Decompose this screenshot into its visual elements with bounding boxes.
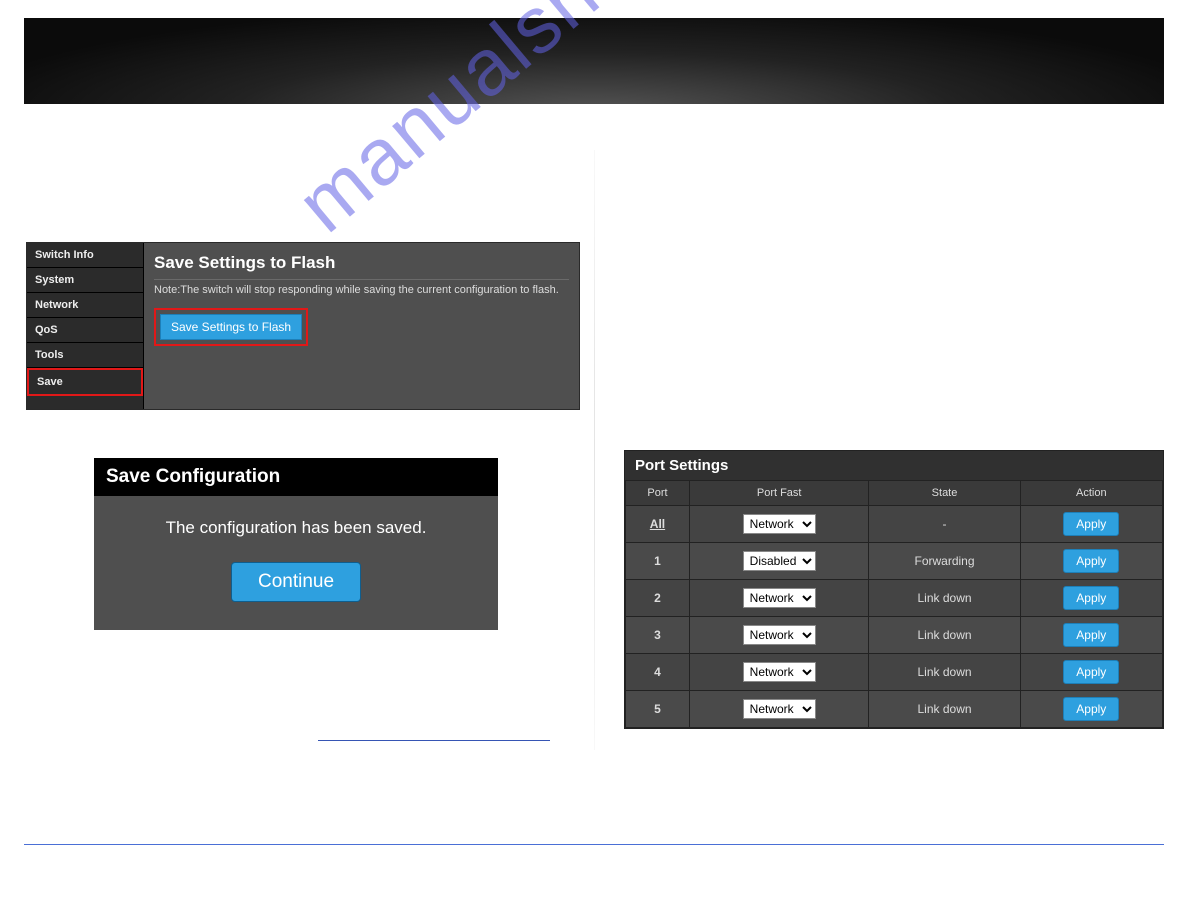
cell-action: Apply xyxy=(1020,580,1162,617)
sidebar: Switch Info System Network QoS Tools Sav… xyxy=(27,243,144,409)
panel-note: Note:The switch will stop responding whi… xyxy=(154,284,569,296)
cell-action: Apply xyxy=(1020,543,1162,580)
cell-port: 5 xyxy=(626,691,690,728)
port-settings-panel: Port Settings Port Port Fast State Actio… xyxy=(624,450,1164,729)
cell-port-fast: NetworkDisabled xyxy=(689,543,869,580)
sidebar-item-network[interactable]: Network xyxy=(27,293,143,318)
port-fast-select[interactable]: NetworkDisabled xyxy=(743,551,816,571)
cell-state: - xyxy=(869,506,1020,543)
port-fast-select[interactable]: NetworkDisabled xyxy=(743,662,816,682)
link-underline xyxy=(318,740,550,741)
apply-button[interactable]: Apply xyxy=(1063,549,1119,573)
dialog-message: The configuration has been saved. xyxy=(104,518,488,538)
save-configuration-dialog: Save Configuration The configuration has… xyxy=(94,458,498,630)
cell-port-fast: NetworkDisabled xyxy=(689,654,869,691)
table-row: 2 NetworkDisabled Link down Apply xyxy=(626,580,1163,617)
cell-state: Link down xyxy=(869,580,1020,617)
col-port: Port xyxy=(626,481,690,506)
cell-state: Link down xyxy=(869,617,1020,654)
cell-action: Apply xyxy=(1020,691,1162,728)
port-fast-select[interactable]: NetworkDisabled xyxy=(743,625,816,645)
cell-action: Apply xyxy=(1020,654,1162,691)
table-row: 4 NetworkDisabled Link down Apply xyxy=(626,654,1163,691)
apply-button[interactable]: Apply xyxy=(1063,586,1119,610)
cell-state: Link down xyxy=(869,691,1020,728)
apply-button[interactable]: Apply xyxy=(1063,512,1119,536)
cell-state: Forwarding xyxy=(869,543,1020,580)
panel-title: Save Settings to Flash xyxy=(154,249,569,279)
table-row: All NetworkDisabled - Apply xyxy=(626,506,1163,543)
sidebar-item-tools[interactable]: Tools xyxy=(27,343,143,368)
port-all-link[interactable]: All xyxy=(650,517,665,531)
port-fast-select[interactable]: NetworkDisabled xyxy=(743,699,816,719)
cell-port: 3 xyxy=(626,617,690,654)
save-settings-panel: Switch Info System Network QoS Tools Sav… xyxy=(26,242,580,410)
sidebar-item-switch-info[interactable]: Switch Info xyxy=(27,243,143,268)
cell-port-fast: NetworkDisabled xyxy=(689,691,869,728)
table-row: 1 NetworkDisabled Forwarding Apply xyxy=(626,543,1163,580)
table-row: 3 NetworkDisabled Link down Apply xyxy=(626,617,1163,654)
cell-port-fast: NetworkDisabled xyxy=(689,580,869,617)
cell-action: Apply xyxy=(1020,506,1162,543)
sidebar-item-system[interactable]: System xyxy=(27,268,143,293)
cell-port-fast: NetworkDisabled xyxy=(689,617,869,654)
apply-button[interactable]: Apply xyxy=(1063,697,1119,721)
cell-state: Link down xyxy=(869,654,1020,691)
save-settings-button[interactable]: Save Settings to Flash xyxy=(160,314,302,340)
port-fast-select[interactable]: NetworkDisabled xyxy=(743,588,816,608)
cell-action: Apply xyxy=(1020,617,1162,654)
divider xyxy=(154,279,569,280)
page-divider xyxy=(594,150,595,750)
apply-button[interactable]: Apply xyxy=(1063,623,1119,647)
cell-port: 1 xyxy=(626,543,690,580)
sidebar-item-save[interactable]: Save xyxy=(27,368,143,396)
cell-port[interactable]: All xyxy=(626,506,690,543)
cell-port-fast: NetworkDisabled xyxy=(689,506,869,543)
col-action: Action xyxy=(1020,481,1162,506)
col-state: State xyxy=(869,481,1020,506)
cell-port: 4 xyxy=(626,654,690,691)
col-port-fast: Port Fast xyxy=(689,481,869,506)
port-fast-select[interactable]: NetworkDisabled xyxy=(743,514,816,534)
port-settings-title: Port Settings xyxy=(625,451,1163,480)
top-banner xyxy=(24,18,1164,104)
table-row: 5 NetworkDisabled Link down Apply xyxy=(626,691,1163,728)
port-settings-table: Port Port Fast State Action All NetworkDi… xyxy=(625,480,1163,728)
save-settings-main: Save Settings to Flash Note:The switch w… xyxy=(144,243,579,409)
cell-port: 2 xyxy=(626,580,690,617)
dialog-title: Save Configuration xyxy=(94,458,498,496)
sidebar-item-qos[interactable]: QoS xyxy=(27,318,143,343)
highlight-box: Save Settings to Flash xyxy=(154,308,308,346)
continue-button[interactable]: Continue xyxy=(231,562,361,602)
apply-button[interactable]: Apply xyxy=(1063,660,1119,684)
bottom-rule xyxy=(24,844,1164,845)
